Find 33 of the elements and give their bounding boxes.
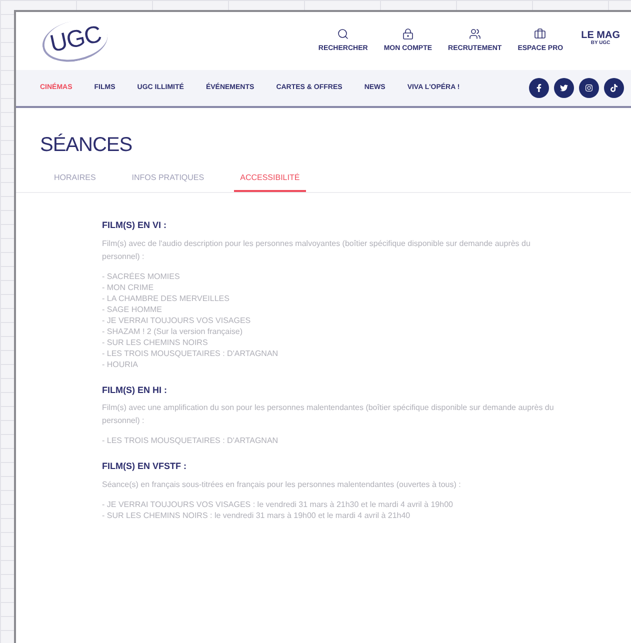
section-description: Séance(s) en français sous-titrées en français pour les personnes malentendantes (ouvertes à tous) : [102, 478, 462, 490]
section-description: Film(s) avec une amplification du son pour les personnes malentendantes (boîtier spécifique disponible sur demande auprès du personnel) : [102, 402, 555, 427]
section-title: FILM(S) EN VFSTF : [102, 460, 188, 473]
film-item: - HOURIA [102, 358, 139, 370]
film-item: - JE VERRAI TOUJOURS VOS VISAGES [102, 314, 252, 326]
film-item: - SAGE HOMME [102, 304, 164, 314]
briefcase-icon [534, 28, 546, 40]
page-title: SÉANCES [40, 132, 134, 158]
section-description: Film(s) avec de l'audio description pour les personnes malvoyantes (boîtier spécifique disponible sur demande auprès du personnel) : [102, 238, 532, 262]
social-button[interactable] [554, 78, 574, 98]
search-icon [337, 28, 350, 40]
film-item: - SHAZAM ! 2 (Sur la version française) [102, 326, 244, 336]
section-title: FILM(S) EN VI : [102, 219, 168, 232]
film-item: - LA CHAMBRE DES MERVEILLES [102, 292, 230, 304]
film-item: - LES TROIS MOUSQUETAIRES : D'ARTAGNAN [102, 348, 280, 358]
ugc-logo[interactable]: UGC [38, 14, 112, 68]
film-item: - JE VERRAI TOUJOURS VOS VISAGES : le vendredi 31 mars à 21h30 et le mardi 4 avril à 19h00 [102, 498, 454, 510]
social-button[interactable] [529, 78, 549, 98]
tab[interactable]: ACCESSIBILITÉ [234, 172, 306, 192]
section-title: FILM(S) EN HI : [102, 384, 168, 397]
instagram-icon [585, 84, 593, 92]
people-icon [468, 28, 481, 40]
lock-icon [402, 28, 414, 40]
social-button[interactable] [579, 78, 599, 98]
film-item: - SUR LES CHEMINS NOIRS [102, 336, 209, 348]
film-item: - LES TROIS MOUSQUETAIRES : D'ARTAGNAN [102, 435, 280, 446]
facebook-icon [535, 84, 543, 92]
twitter-icon [560, 84, 568, 92]
tiktok-icon [610, 84, 618, 92]
film-item: - MON CRIME [102, 282, 155, 292]
film-item: - SACRÉES MOMIES [102, 270, 181, 282]
film-item: - SUR LES CHEMINS NOIRS : le vendredi 31 mars à 19h00 et le mardi 4 avril à 21h40 [102, 510, 412, 520]
social-button[interactable] [604, 78, 624, 98]
